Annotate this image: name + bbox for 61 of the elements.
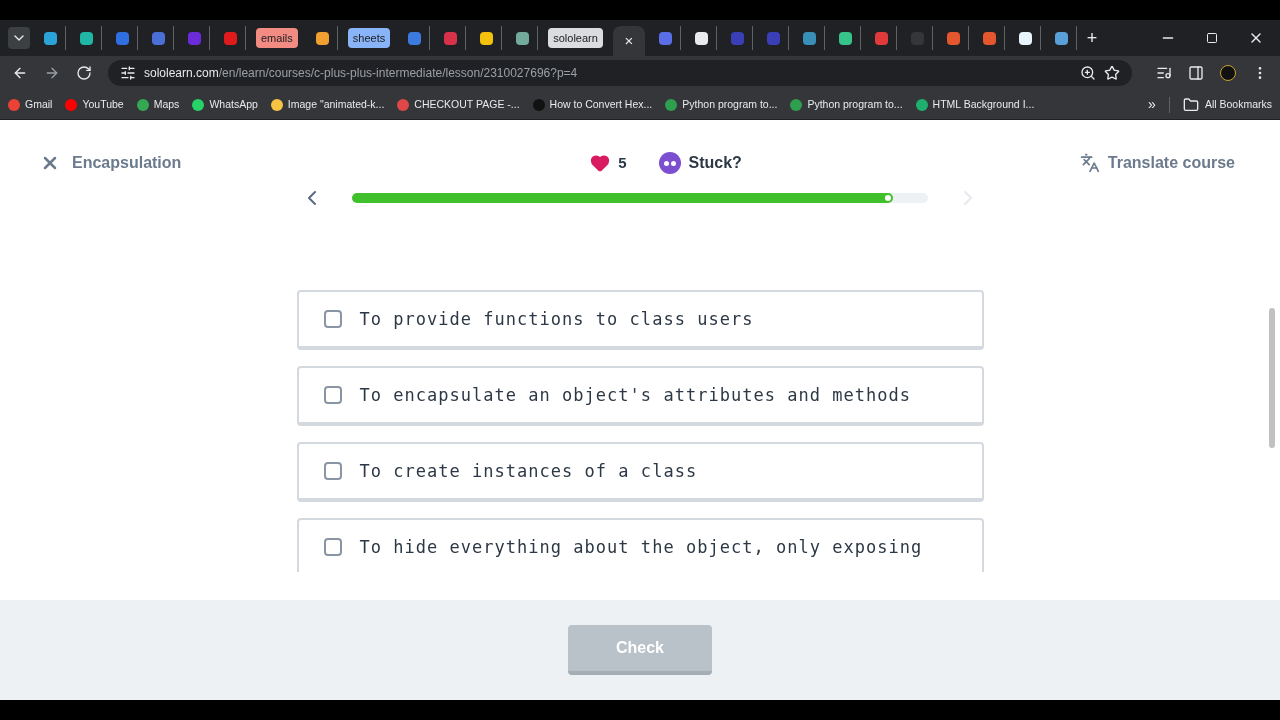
all-bookmarks-button[interactable]: All Bookmarks xyxy=(1182,96,1272,113)
back-icon[interactable] xyxy=(12,65,28,81)
new-tab-button[interactable]: + xyxy=(1086,24,1098,52)
folder-icon xyxy=(1182,96,1199,113)
bookmark[interactable]: HTML Background I... xyxy=(915,96,1035,113)
bookmark[interactable]: How to Convert Hex... xyxy=(532,96,653,113)
bookmark-label: HTML Background I... xyxy=(932,96,1035,112)
answer-option[interactable]: To encapsulate an object's attributes and methods xyxy=(296,366,984,426)
profile-avatar[interactable] xyxy=(1220,65,1236,81)
bookmark[interactable]: Image "animated-k... xyxy=(270,96,385,113)
bookmark-label: Python program to... xyxy=(682,96,778,112)
tab-group-label[interactable]: emails xyxy=(256,28,298,48)
hearts-count: 5 xyxy=(618,152,627,173)
stuck-link[interactable]: Stuck? xyxy=(688,151,742,175)
bookmark-label: Gmail xyxy=(25,96,53,112)
restore-icon[interactable] xyxy=(1206,32,1218,44)
bookmark[interactable]: YouTube xyxy=(65,96,124,113)
option-text: To encapsulate an object's attributes and methods xyxy=(359,384,911,406)
bookmark-label: How to Convert Hex... xyxy=(549,96,653,112)
tab-group-label[interactable]: sheets xyxy=(347,28,391,48)
reload-icon[interactable] xyxy=(76,65,92,81)
more-bookmarks-button[interactable]: » xyxy=(1148,94,1156,115)
bookmark[interactable]: Maps xyxy=(136,96,180,113)
mascot-icon xyxy=(658,152,681,174)
bookmark-label: Python program to... xyxy=(807,96,903,112)
heart-icon xyxy=(590,153,611,173)
bookmark-label: YouTube xyxy=(82,96,124,112)
url-text: sololearn.com/en/learn/courses/c-plus-plus-intermediate/lesson/2310027696?p=4 xyxy=(144,65,578,82)
bookmark-star-icon[interactable] xyxy=(1104,65,1120,81)
option-text: To create instances of a class xyxy=(359,460,698,482)
bookmark[interactable]: CHECKOUT PAGE -... xyxy=(397,96,520,113)
bookmark-label: WhatsApp xyxy=(209,96,258,112)
active-tab[interactable]: × xyxy=(612,26,645,56)
checkbox[interactable] xyxy=(323,538,342,556)
translate-icon xyxy=(1079,153,1100,173)
checkbox[interactable] xyxy=(323,386,342,404)
translate-course-link[interactable]: Translate course xyxy=(1107,151,1235,175)
answer-option[interactable]: To hide everything about the object, only exposing xyxy=(296,518,984,572)
site-info-icon[interactable] xyxy=(120,65,136,81)
answer-option[interactable]: To provide functions to class users xyxy=(296,290,984,350)
scrollbar-thumb[interactable] xyxy=(1269,308,1275,448)
lesson-title: Encapsulation xyxy=(72,153,182,173)
checkbox[interactable] xyxy=(323,462,342,480)
side-panel-icon[interactable] xyxy=(1188,65,1204,81)
tab-search-button[interactable] xyxy=(8,27,30,49)
media-icon[interactable] xyxy=(1156,65,1172,81)
bookmark[interactable]: Gmail xyxy=(8,96,53,113)
zoom-icon[interactable] xyxy=(1080,65,1096,81)
bookmark[interactable]: Python program to... xyxy=(665,96,778,113)
bookmark-label: Maps xyxy=(153,96,180,112)
bookmark[interactable]: WhatsApp xyxy=(192,96,258,113)
option-text: To hide everything about the object, only exposing xyxy=(359,536,923,558)
tab-group-label[interactable]: sololearn xyxy=(548,28,603,48)
bookmark[interactable]: Python program to... xyxy=(790,96,903,113)
answer-option[interactable]: To create instances of a class xyxy=(296,442,984,502)
checkbox[interactable] xyxy=(323,310,342,328)
bookmark-label: CHECKOUT PAGE -... xyxy=(414,96,520,112)
address-bar[interactable]: sololearn.com/en/learn/courses/c-plus-plus-intermediate/lesson/2310027696?p=4 xyxy=(108,60,1132,86)
bookmark-label: Image "animated-k... xyxy=(287,96,385,112)
option-text: To provide functions to class users xyxy=(359,308,754,330)
forward-icon[interactable] xyxy=(44,65,60,81)
